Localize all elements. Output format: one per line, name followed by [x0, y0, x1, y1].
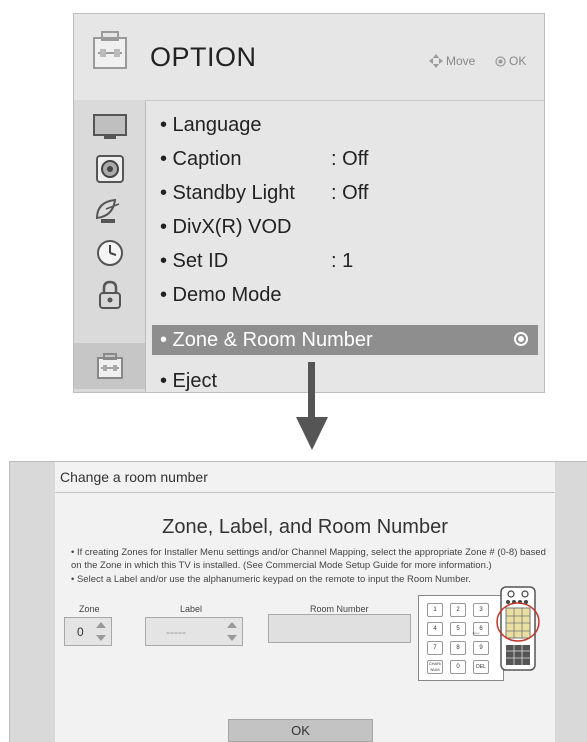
keypad-key: 2 — [450, 603, 466, 617]
keypad-key: 1 — [427, 603, 443, 617]
menu-item-demo-mode[interactable]: • Demo Mode — [152, 280, 538, 310]
keypad-key: 5 — [450, 622, 466, 636]
left-arrow-icon: ← — [470, 624, 482, 638]
option-menu: OPTION Move OK • Language • Caption: Of… — [73, 13, 545, 393]
menu-item-value: : Off — [331, 148, 369, 170]
label-selector[interactable]: ----- — [145, 617, 243, 646]
satellite-icon — [95, 198, 119, 223]
keypad-key: 8 — [450, 641, 466, 655]
menu-item-label: • Zone & Room Number — [160, 329, 373, 351]
dialog-note-label: • Select a Label and/or use the alphanum… — [71, 574, 471, 585]
zone-label: Zone — [79, 604, 100, 614]
ok-hint: OK — [495, 54, 526, 68]
keypad-key: CHAR/ NUM — [427, 660, 443, 674]
move-hint: Move — [429, 54, 475, 68]
ok-circle-icon — [495, 55, 506, 67]
option-icon — [96, 353, 123, 379]
tab-audio[interactable] — [74, 148, 145, 190]
menu-item-set-id[interactable]: • Set ID : 1 — [152, 246, 538, 276]
label-down-icon[interactable] — [227, 635, 237, 641]
down-arrow-icon — [296, 417, 328, 450]
keypad-key: 4 — [427, 622, 443, 636]
menu-item-zone-room-number[interactable]: • Zone & Room Number — [152, 325, 538, 355]
menu-item-label: • Language — [160, 114, 262, 136]
clock-icon — [96, 240, 123, 266]
menu-item-eject[interactable]: • Eject — [152, 366, 538, 396]
tab-channel[interactable] — [74, 190, 145, 232]
tab-time[interactable] — [74, 232, 145, 274]
zone-up-icon[interactable] — [96, 622, 106, 628]
menu-item-label: • Demo Mode — [160, 284, 282, 306]
ok-hint-label: OK — [509, 54, 527, 68]
menu-item-value: : Off — [331, 182, 369, 204]
menu-item-label: • Eject — [160, 370, 218, 392]
menu-item-language[interactable]: • Language — [152, 110, 538, 140]
menu-item-label: • DivX(R) VOD — [160, 216, 292, 238]
menu-item-label: • Standby Light — [160, 182, 295, 204]
dialog-body: Zone, Label, and Room Number • If creati… — [55, 493, 555, 742]
lock-icon — [98, 280, 121, 309]
category-tabs — [74, 100, 146, 392]
menu-item-divx-vod[interactable]: • DivX(R) VOD — [152, 212, 538, 242]
keypad-key: DEL — [473, 660, 489, 674]
zone-stepper[interactable]: 0 — [64, 617, 112, 646]
down-arrow-shaft — [308, 362, 315, 419]
move-hint-label: Move — [446, 54, 476, 68]
label-up-icon[interactable] — [227, 622, 237, 628]
menu-item-caption[interactable]: • Caption : Off — [152, 144, 538, 174]
dialog-header-title: Change a room number — [60, 469, 208, 485]
dialog-note-zone: • If creating Zones for Installer Menu s… — [71, 547, 546, 571]
room-number-dialog: Change a room number Zone, Label, and Ro… — [9, 461, 587, 742]
tab-lock[interactable] — [74, 274, 145, 316]
label-field-label: Label — [180, 604, 203, 614]
menu-item-standby-light[interactable]: • Standby Light : Off — [152, 178, 538, 208]
keypad-key: 9 — [473, 641, 489, 655]
menu-item-label: • Caption — [160, 148, 242, 170]
menu-item-value: : 1 — [331, 250, 354, 272]
menu-header: OPTION Move OK — [74, 14, 544, 101]
tab-picture[interactable] — [74, 106, 145, 148]
zone-down-icon[interactable] — [96, 635, 106, 641]
dialog-title: Zone, Label, and Room Number — [162, 516, 448, 538]
tab-option[interactable] — [74, 343, 145, 389]
audio-icon — [95, 155, 124, 183]
keypad-illustration: 1 2 3 4 5 6 7 8 9 CHAR/ NUM 0 DEL — [418, 595, 504, 681]
dialog-header: Change a room number — [55, 462, 555, 493]
keypad-key: 7 — [427, 641, 443, 655]
move-arrows-icon — [429, 54, 443, 68]
menu-title: OPTION — [150, 42, 257, 72]
remote-control-icon — [496, 586, 540, 671]
keypad-key: 0 — [450, 660, 466, 674]
keypad-key: 3 — [473, 603, 489, 617]
menu-item-label: • Set ID — [160, 250, 229, 272]
option-icon — [93, 31, 127, 69]
room-number-input[interactable] — [268, 614, 411, 643]
ok-button[interactable]: OK — [228, 719, 373, 742]
room-number-label: Room Number — [310, 604, 369, 614]
zone-value: 0 — [77, 625, 84, 639]
label-value: ----- — [166, 625, 186, 639]
selected-radio-icon — [514, 332, 528, 346]
picture-icon — [92, 114, 127, 139]
